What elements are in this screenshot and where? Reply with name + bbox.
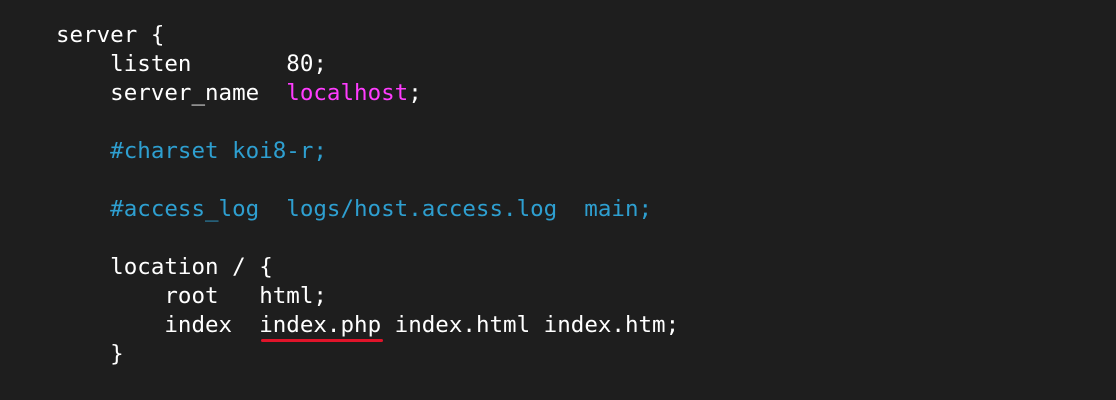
code-line: #access_log logs/host.access.log main; [56,195,1116,224]
code-token: #charset koi8-r; [56,138,327,164]
code-line: #charset koi8-r; [56,137,1116,166]
code-token: server_name [56,80,287,106]
code-line: } [56,340,1116,369]
code-token: root html; [56,283,327,309]
code-editor: server { listen 80; server_name localhos… [0,0,1116,400]
code-line: root html; [56,282,1116,311]
code-line: location / { [56,253,1116,282]
code-line: server { [56,21,1116,50]
code-token: ; [408,80,422,106]
code-token: } [56,341,124,367]
code-token: index [56,312,260,338]
code-token: listen 80; [56,51,327,77]
underlined-token: index.php [259,312,384,342]
code-token: localhost [286,80,409,106]
code-line: index index.php index.html index.htm; [56,311,1116,342]
code-line: server_name localhost; [56,79,1116,108]
code-block: server { listen 80; server_name localhos… [56,21,1116,369]
code-token: index.html index.htm; [381,312,680,338]
code-token: #access_log logs/host.access.log main; [56,196,653,222]
code-token: location / { [56,254,273,280]
code-line: listen 80; [56,50,1116,79]
code-token: server { [56,22,165,48]
